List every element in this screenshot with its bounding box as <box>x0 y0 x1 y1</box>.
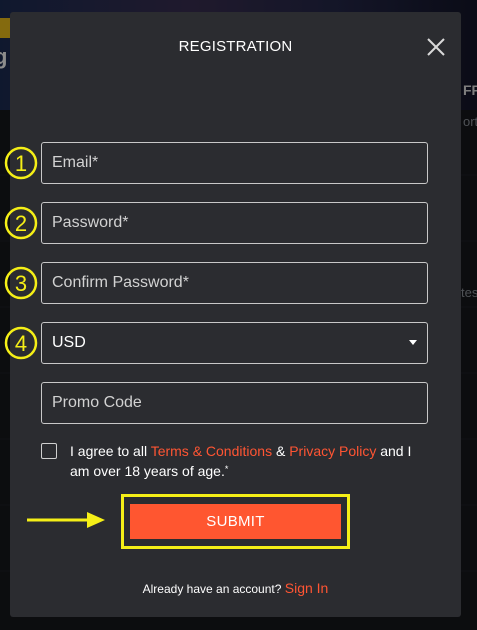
registration-modal: REGISTRATION 1 2 3 4 USD I agree to all … <box>4 12 461 617</box>
step-4-badge: 4 <box>4 326 38 360</box>
currency-select-value: USD <box>52 334 86 351</box>
privacy-policy-link[interactable]: Privacy Policy <box>289 443 376 459</box>
terms-conditions-link[interactable]: Terms & Conditions <box>151 443 272 459</box>
promo-code-field[interactable] <box>41 382 428 424</box>
step-3-badge: 3 <box>4 266 38 300</box>
terms-text: I agree to all Terms & Conditions & Priv… <box>70 441 430 481</box>
signin-prompt-text: Already have an account? <box>142 582 285 596</box>
submit-button[interactable]: SUBMIT <box>130 504 341 539</box>
arrow-right-icon <box>27 512 105 528</box>
email-field[interactable] <box>41 142 428 184</box>
terms-text-prefix: I agree to all <box>70 443 151 459</box>
svg-text:1: 1 <box>15 151 27 176</box>
terms-text-ampersand: & <box>272 443 290 459</box>
modal-title: REGISTRATION <box>178 38 293 55</box>
password-field[interactable] <box>41 202 428 244</box>
required-mark: * <box>224 464 229 474</box>
svg-text:4: 4 <box>15 331 27 356</box>
signin-prompt: Already have an account? Sign In <box>10 580 461 596</box>
currency-select[interactable]: USD <box>41 322 428 364</box>
step-2-badge: 2 <box>4 206 38 240</box>
caret-down-icon <box>409 340 417 345</box>
svg-text:2: 2 <box>15 211 27 236</box>
sign-in-link[interactable]: Sign In <box>285 580 329 596</box>
terms-checkbox[interactable] <box>41 443 57 459</box>
close-button[interactable] <box>425 36 447 58</box>
step-1-badge: 1 <box>4 146 38 180</box>
confirm-password-field[interactable] <box>41 262 428 304</box>
svg-text:3: 3 <box>15 271 27 296</box>
close-icon <box>427 38 445 56</box>
